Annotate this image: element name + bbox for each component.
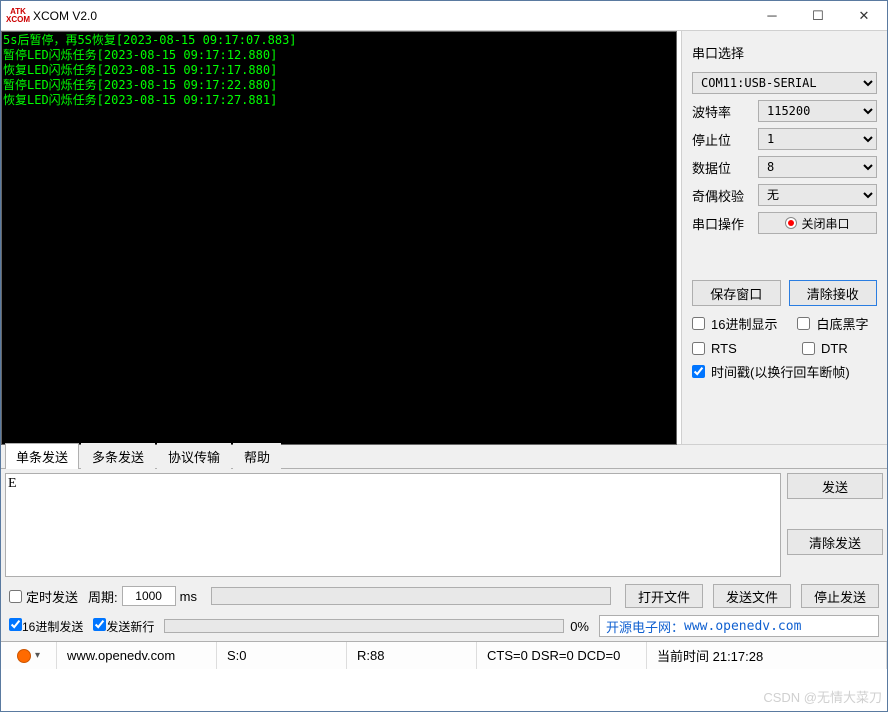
period-unit: ms xyxy=(180,589,197,604)
tab-single-send[interactable]: 单条发送 xyxy=(5,443,79,469)
period-label: 周期: xyxy=(88,587,118,606)
openedv-link[interactable]: www.openedv.com xyxy=(684,619,801,634)
tab-multi-send[interactable]: 多条发送 xyxy=(81,443,155,469)
sidebar: 串口选择 COM11:USB-SERIAL 波特率 115200 停止位 1 数… xyxy=(681,31,887,444)
record-dot-icon xyxy=(17,649,31,663)
period-input[interactable] xyxy=(122,586,176,606)
send-button[interactable]: 发送 xyxy=(787,473,883,499)
hex-send-checkbox[interactable]: 16进制发送 xyxy=(9,618,83,635)
status-record[interactable]: ▾ xyxy=(1,642,57,669)
stop-send-button[interactable]: 停止发送 xyxy=(801,584,879,608)
open-file-button[interactable]: 打开文件 xyxy=(625,584,703,608)
close-button[interactable]: ✕ xyxy=(841,1,887,31)
minimize-button[interactable]: ─ xyxy=(749,1,795,31)
status-url[interactable]: www.openedv.com xyxy=(57,642,217,669)
timestamp-checkbox[interactable]: 时间戳(以换行回车断帧) xyxy=(692,362,877,381)
close-port-button[interactable]: 关闭串口 xyxy=(758,212,877,234)
terminal-output[interactable]: 5s后暂停，再5S恢复[2023-08-15 09:17:07.883] 暂停L… xyxy=(1,31,677,445)
close-port-label: 关闭串口 xyxy=(801,215,849,232)
tab-bar: 单条发送 多条发送 协议传输 帮助 xyxy=(1,445,887,469)
chevron-down-icon: ▾ xyxy=(35,650,40,661)
hex-display-checkbox[interactable]: 16进制显示 xyxy=(692,314,777,333)
rts-checkbox[interactable]: RTS xyxy=(692,341,782,356)
databit-select[interactable]: 8 xyxy=(758,156,877,178)
status-sent: S:0 xyxy=(217,642,347,669)
stopbit-label: 停止位 xyxy=(692,130,752,149)
window-title: XCOM V2.0 xyxy=(29,9,749,23)
databit-label: 数据位 xyxy=(692,158,752,177)
maximize-button[interactable]: ☐ xyxy=(795,1,841,31)
save-window-button[interactable]: 保存窗口 xyxy=(692,280,781,306)
status-received: R:88 xyxy=(347,642,477,669)
status-time: 当前时间 21:17:28 xyxy=(647,642,887,669)
baud-label: 波特率 xyxy=(692,102,752,121)
white-bg-checkbox[interactable]: 白底黑字 xyxy=(797,314,868,333)
app-icon: ATKXCOM xyxy=(1,8,29,24)
port-select[interactable]: COM11:USB-SERIAL xyxy=(692,72,877,94)
progress-percent: 0% xyxy=(570,619,589,634)
tab-protocol[interactable]: 协议传输 xyxy=(157,443,231,469)
status-cts: CTS=0 DSR=0 DCD=0 xyxy=(477,642,647,669)
send-textarea[interactable] xyxy=(5,473,781,577)
status-bar: ▾ www.openedv.com S:0 R:88 CTS=0 DSR=0 D… xyxy=(1,641,887,669)
port-op-label: 串口操作 xyxy=(692,214,752,233)
titlebar: ATKXCOM XCOM V2.0 ─ ☐ ✕ xyxy=(1,1,887,31)
timed-send-checkbox[interactable]: 定时发送 xyxy=(9,587,78,606)
parity-select[interactable]: 无 xyxy=(758,184,877,206)
send-file-button[interactable]: 发送文件 xyxy=(713,584,791,608)
dtr-checkbox[interactable]: DTR xyxy=(802,341,848,356)
parity-label: 奇偶校验 xyxy=(692,186,752,205)
clear-send-button[interactable]: 清除发送 xyxy=(787,529,883,555)
file-path-box xyxy=(211,587,611,605)
send-newline-checkbox[interactable]: 发送新行 xyxy=(93,618,154,635)
link-box[interactable]: 开源电子网： www.openedv.com xyxy=(599,615,879,637)
stopbit-select[interactable]: 1 xyxy=(758,128,877,150)
tab-help[interactable]: 帮助 xyxy=(233,443,281,469)
progress-bar xyxy=(164,619,564,633)
record-icon xyxy=(785,217,797,229)
baud-select[interactable]: 115200 xyxy=(758,100,877,122)
clear-receive-button[interactable]: 清除接收 xyxy=(789,280,878,306)
port-section-title: 串口选择 xyxy=(692,43,877,62)
